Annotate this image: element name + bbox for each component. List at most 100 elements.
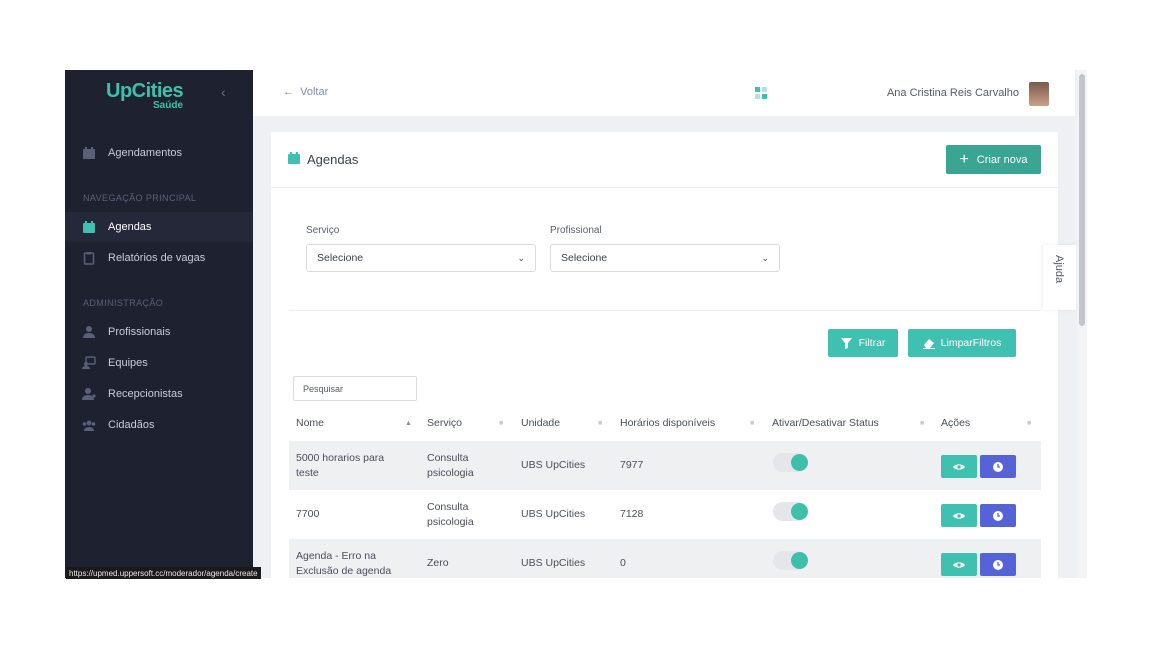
row-name: 5000 horarios para teste bbox=[296, 451, 384, 481]
sidebar-item-profissionais[interactable]: Profissionais bbox=[65, 317, 253, 347]
sort-icon[interactable]: ■ bbox=[920, 420, 924, 427]
row-service-line1: Consulta bbox=[427, 452, 469, 464]
app-logo[interactable]: UpCities Saúde bbox=[106, 80, 184, 111]
sidebar-item-label: Profissionais bbox=[108, 326, 171, 338]
column-header-servico[interactable]: Serviço bbox=[427, 417, 462, 429]
view-button[interactable] bbox=[941, 553, 977, 576]
row-service-line1: Consulta bbox=[427, 501, 469, 513]
logo-subtext: Saúde bbox=[153, 100, 184, 111]
create-new-button[interactable]: + Criar nova bbox=[946, 145, 1041, 174]
professional-filter-label: Profissional bbox=[550, 225, 602, 236]
back-label: Voltar bbox=[300, 86, 329, 98]
sidebar-item-equipes[interactable]: Equipes bbox=[65, 348, 253, 378]
calendar-icon bbox=[288, 152, 300, 164]
calendar-icon bbox=[83, 147, 95, 159]
eye-icon bbox=[953, 561, 965, 568]
professional-select-value: Selecione bbox=[561, 252, 608, 264]
avatar[interactable] bbox=[1029, 82, 1049, 106]
funnel-icon bbox=[840, 337, 852, 349]
row-slots: 7977 bbox=[620, 459, 644, 471]
column-header-status[interactable]: Ativar/Desativar Status bbox=[772, 417, 879, 429]
help-tab-label: Ajuda bbox=[1053, 255, 1065, 284]
plus-icon: + bbox=[959, 150, 969, 168]
sidebar-item-cidadaos[interactable]: Cidadãos bbox=[65, 410, 253, 440]
arrow-left-icon: ← bbox=[283, 86, 294, 98]
sidebar-item-label: Agendas bbox=[108, 221, 152, 233]
create-new-label: Criar nova bbox=[976, 153, 1028, 166]
clock-icon bbox=[993, 510, 1003, 521]
schedule-button[interactable] bbox=[980, 455, 1016, 478]
status-toggle[interactable] bbox=[773, 453, 808, 472]
row-name-line1: Agenda - Erro na bbox=[296, 550, 376, 562]
schedule-button[interactable] bbox=[980, 553, 1016, 576]
user-icon bbox=[83, 326, 95, 338]
eye-icon bbox=[953, 463, 965, 470]
column-header-acoes[interactable]: Ações bbox=[941, 417, 970, 429]
row-service: Consulta psicologia bbox=[427, 500, 474, 530]
sidebar-item-label: Relatórios de vagas bbox=[108, 252, 206, 264]
divider bbox=[289, 310, 1041, 311]
service-select[interactable]: Selecione ⌄ bbox=[306, 244, 536, 272]
view-button[interactable] bbox=[941, 455, 977, 478]
professional-select[interactable]: Selecione ⌄ bbox=[550, 244, 780, 272]
sidebar-item-agendamentos[interactable]: Agendamentos bbox=[65, 138, 253, 168]
filter-button-label: Filtrar bbox=[858, 337, 886, 349]
table-row: 5000 horarios para teste Consulta psicolog… bbox=[289, 441, 1041, 490]
scrollbar[interactable] bbox=[1077, 70, 1087, 578]
row-service-line2: psicologia bbox=[427, 516, 474, 528]
table-row: 7700 Consulta psicologia UBS UpCities 712… bbox=[289, 490, 1041, 539]
clipboard-icon bbox=[83, 252, 95, 265]
sort-icon[interactable]: ■ bbox=[499, 420, 503, 427]
status-toggle[interactable] bbox=[773, 502, 808, 521]
status-bar-url: https://upmed.uppersoft.cc/moderador/age… bbox=[66, 567, 261, 579]
search-placeholder: Pesquisar bbox=[303, 383, 344, 394]
row-name: 7700 bbox=[296, 508, 320, 520]
row-slots: 7128 bbox=[620, 508, 644, 520]
apps-grid-icon[interactable] bbox=[755, 87, 767, 99]
row-name: Agenda - Erro na Exclusão de agenda bbox=[296, 549, 391, 578]
user-name[interactable]: Ana Cristina Reis Carvalho bbox=[887, 87, 1019, 99]
team-board-icon bbox=[82, 356, 96, 369]
help-tab[interactable]: Ajuda bbox=[1043, 245, 1076, 310]
sidebar-item-relatorios[interactable]: Relatórios de vagas bbox=[65, 243, 253, 273]
schedule-button[interactable] bbox=[980, 504, 1016, 527]
sidebar-item-recepcionistas[interactable]: Recepcionistas bbox=[65, 379, 253, 409]
section-label-admin: ADMINISTRAÇÃO bbox=[83, 298, 164, 308]
sort-icon[interactable]: ■ bbox=[598, 420, 602, 427]
service-select-value: Selecione bbox=[317, 252, 364, 264]
back-link[interactable]: ← Voltar bbox=[283, 86, 328, 98]
sidebar-item-agendas[interactable]: Agendas bbox=[65, 212, 253, 242]
clock-icon bbox=[993, 559, 1003, 570]
users-icon bbox=[82, 420, 96, 431]
filter-button[interactable]: Filtrar bbox=[828, 329, 898, 357]
scrollbar-thumb[interactable] bbox=[1079, 74, 1085, 326]
sidebar-item-label: Equipes bbox=[108, 357, 148, 369]
column-header-horarios[interactable]: Horários disponíveis bbox=[620, 417, 715, 429]
table-row: Agenda - Erro na Exclusão de agenda Zero … bbox=[289, 539, 1041, 578]
status-toggle[interactable] bbox=[773, 551, 808, 570]
collapse-sidebar-icon[interactable]: ‹ bbox=[221, 84, 226, 100]
top-bar: ← Voltar Ana Cristina Reis Carvalho bbox=[253, 70, 1075, 116]
search-input[interactable]: Pesquisar bbox=[293, 376, 417, 401]
eraser-icon bbox=[922, 338, 935, 349]
clear-filters-button[interactable]: LimparFiltros bbox=[908, 329, 1016, 357]
sidebar-item-label: Cidadãos bbox=[108, 419, 155, 431]
row-name-line2: Exclusão de agenda bbox=[296, 565, 392, 577]
sort-icon[interactable]: ■ bbox=[750, 420, 754, 427]
page-title: Agendas bbox=[307, 152, 359, 167]
view-button[interactable] bbox=[941, 504, 977, 527]
service-filter-label: Serviço bbox=[306, 225, 340, 236]
column-header-nome[interactable]: Nome bbox=[296, 417, 324, 429]
row-unit: UBS UpCities bbox=[521, 459, 586, 471]
eye-icon bbox=[953, 512, 965, 519]
row-name-line1: 5000 horarios para bbox=[296, 452, 385, 464]
row-unit: UBS UpCities bbox=[521, 508, 586, 520]
clock-icon bbox=[993, 461, 1003, 472]
chevron-down-icon: ⌄ bbox=[761, 253, 769, 263]
toggle-knob bbox=[791, 552, 808, 569]
sort-icon[interactable]: ■ bbox=[1027, 420, 1031, 427]
row-service: Zero bbox=[427, 557, 449, 569]
column-header-unidade[interactable]: Unidade bbox=[521, 417, 560, 429]
sort-asc-icon[interactable]: ▲ bbox=[405, 420, 412, 427]
sidebar-item-label: Recepcionistas bbox=[108, 388, 183, 400]
